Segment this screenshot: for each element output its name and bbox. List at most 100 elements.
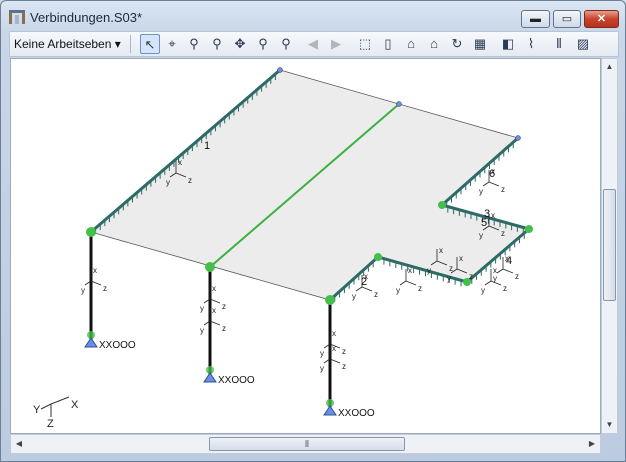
local-axis-8: x y z	[396, 266, 422, 295]
vertical-scrollbar[interactable]: ▲ ▼	[601, 58, 618, 434]
axis-x-label: x	[332, 329, 336, 338]
support-1: XXOOO	[84, 331, 136, 351]
scroll-up-icon[interactable]: ▲	[602, 59, 617, 75]
zoom-window-icon[interactable]: ⚲	[253, 34, 273, 54]
zoom-previous-icon[interactable]: ⚲	[276, 34, 296, 54]
member-label-4: 4	[506, 255, 512, 267]
axis-y-label: y	[447, 274, 451, 283]
scroll-left-icon[interactable]: ◀	[11, 435, 27, 453]
view-front-icon[interactable]: ▯	[378, 34, 398, 54]
global-x-label: X	[71, 399, 79, 411]
axis-y-label: y	[396, 286, 400, 295]
workplane-select[interactable]: Keine Arbeitseben ▾	[14, 35, 121, 53]
scroll-right-icon[interactable]: ▶	[584, 435, 600, 453]
scroll-down-icon[interactable]: ▼	[602, 417, 617, 433]
model-viewport[interactable]: XXOOO XXOOO XXOOO xyzxyzxyzxyzxyzxyzxyzxyz…	[10, 58, 601, 434]
axis-x-label: x	[178, 158, 182, 167]
support-3: XXOOO	[323, 399, 375, 419]
axis-z-label: z	[342, 362, 346, 371]
axis-y-label: y	[200, 304, 204, 313]
select-pointer-icon[interactable]: ↖	[140, 34, 160, 54]
title-bar[interactable]: Verbindungen.S03* ▬ ▭ ✕	[1, 1, 625, 33]
window-title: Verbindungen.S03*	[30, 10, 143, 25]
axis-x-label: x	[332, 344, 336, 353]
axis-y-label: y	[479, 231, 483, 240]
node-3	[325, 295, 335, 305]
axis-y-label: y	[481, 286, 485, 295]
view-toolbar: Keine Arbeitseben ▾ ↖ ⌖ ⚲ ⚲ ✥ ⚲ ⚲ ◀ ▶ ⬚ ▯ ⌂ ⌂ ↻ ▦ ◧ ⌇ ⫴ ▨	[9, 31, 619, 57]
axis-x-label: x	[439, 246, 443, 255]
axis-y-label: y	[166, 178, 170, 187]
axis-z-label: z	[222, 302, 226, 311]
axis-y-label: y	[352, 292, 356, 301]
node-1	[86, 227, 96, 237]
axis-x-label: x	[93, 266, 97, 275]
axis-z-label: z	[515, 272, 519, 281]
axis-z-label: z	[469, 272, 473, 281]
minimize-button[interactable]: ▬	[521, 10, 550, 28]
axis-x-label: x	[212, 284, 216, 293]
axis-y-label: y	[81, 286, 85, 295]
axis-y-label: y	[320, 349, 324, 358]
undo-view-icon[interactable]: ◀	[303, 34, 323, 54]
horizontal-scrollbar[interactable]: ◀ ⦀ ▶	[10, 434, 601, 454]
toolbar-separator	[130, 35, 131, 53]
axis-y-label: y	[200, 326, 204, 335]
global-y-label: Y	[33, 404, 41, 416]
support-label: XXOOO	[99, 340, 136, 351]
member-label-1: 1	[204, 140, 210, 152]
axis-z-label: z	[374, 290, 378, 299]
axis-z-label: z	[188, 176, 192, 185]
hatching-icon[interactable]: ⫴	[549, 34, 569, 54]
axis-z-label: z	[501, 229, 505, 238]
axis-z-label: z	[342, 347, 346, 356]
end-node-3	[515, 135, 521, 141]
horizontal-scroll-thumb[interactable]: ⦀	[209, 437, 405, 451]
local-axis-2: x y z	[81, 266, 107, 295]
zoom-all-icon[interactable]: ⚲	[184, 34, 204, 54]
section-icon[interactable]: ⌇	[521, 34, 541, 54]
render-icon[interactable]: ◧	[498, 34, 518, 54]
rotate-view-icon[interactable]: ↻	[447, 34, 467, 54]
member-label-6: 6	[489, 168, 495, 180]
axis-x-label: x	[408, 266, 412, 275]
axis-z-label: z	[418, 284, 422, 293]
member-label-2: 2	[361, 276, 367, 288]
select-region-icon[interactable]: ⌖	[162, 34, 182, 54]
global-z-label: Z	[47, 418, 54, 430]
node-5	[525, 225, 533, 233]
axis-z-label: z	[503, 284, 507, 293]
view-house-red-icon[interactable]: ⌂	[424, 34, 444, 54]
vertical-scroll-thumb[interactable]	[603, 189, 616, 301]
close-button[interactable]: ✕	[584, 10, 619, 28]
support-label: XXOOO	[218, 375, 255, 386]
node-7	[374, 253, 382, 261]
support-label: XXOOO	[338, 408, 375, 419]
grid-icon[interactable]: ▦	[470, 34, 490, 54]
axis-y-label: y	[479, 187, 483, 196]
end-node-2	[396, 101, 402, 107]
view-house-icon[interactable]: ⌂	[401, 34, 421, 54]
end-node-1	[277, 67, 283, 73]
axis-x-label: x	[493, 266, 497, 275]
app-window: Verbindungen.S03* ▬ ▭ ✕ Keine Arbeitsebe…	[0, 0, 626, 462]
axis-x-label: x	[212, 306, 216, 315]
support-2: XXOOO	[203, 366, 255, 386]
member-label-5: 5	[481, 217, 487, 229]
pan-icon[interactable]: ✥	[230, 34, 250, 54]
axis-y-label: y	[427, 266, 431, 275]
structure-model: XXOOOXXOOOXXOOO xy zxy z xy zxy zxy zxy zxy zxy z…	[33, 67, 533, 430]
axis-y-label: y	[320, 364, 324, 373]
node-4	[438, 201, 446, 209]
axis-z-label: z	[103, 284, 107, 293]
maximize-button[interactable]: ▭	[553, 10, 581, 28]
view-3d-icon[interactable]: ⬚	[355, 34, 375, 54]
global-axis-triad: X Y Z	[33, 396, 79, 430]
axis-z-label: z	[222, 324, 226, 333]
settings-icon[interactable]: ▨	[573, 34, 593, 54]
zoom-in-icon[interactable]: ⚲	[207, 34, 227, 54]
axis-z-label: z	[501, 185, 505, 194]
axis-x-label: x	[491, 211, 495, 220]
redo-view-icon[interactable]: ▶	[326, 34, 346, 54]
axis-x-label: x	[459, 254, 463, 263]
